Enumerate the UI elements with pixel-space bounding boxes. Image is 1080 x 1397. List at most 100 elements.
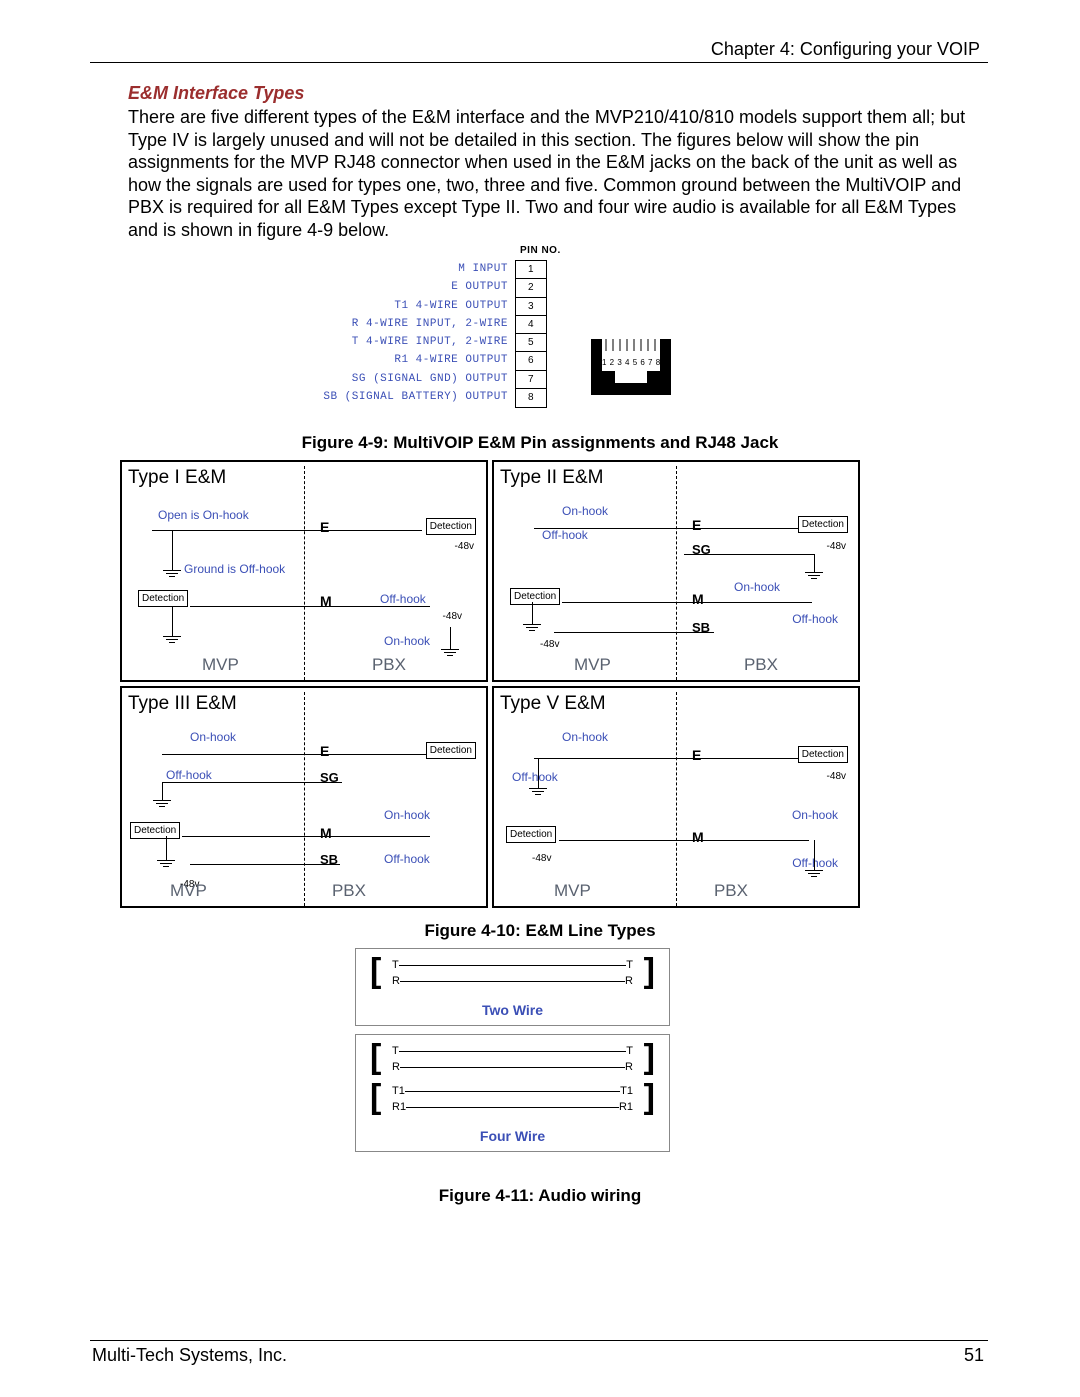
bracket-right-icon: ] — [644, 1042, 655, 1072]
minus-48v: -48v — [443, 610, 462, 623]
r-label: R — [625, 1060, 633, 1074]
divider-dashed — [304, 466, 305, 680]
sb-line — [554, 632, 714, 633]
t1-label: T1 — [620, 1084, 633, 1098]
pin-num: 5 — [516, 334, 546, 352]
figure-caption-4-9: Figure 4-9: MultiVOIP E&M Pin assignment… — [0, 432, 1080, 454]
e-label: E — [320, 742, 329, 760]
m-label: M — [320, 824, 332, 842]
detection-box: Detection — [426, 518, 476, 535]
e-label: E — [320, 518, 329, 536]
t-label: T — [626, 1044, 633, 1058]
detection-box: Detection — [130, 822, 180, 839]
section-heading: E&M Interface Types — [128, 82, 304, 105]
figure-4-9: PIN NO. M INPUT E OUTPUT T1 4-WIRE OUTPU… — [310, 244, 950, 419]
e-label: E — [692, 516, 701, 534]
pin-label: SB (SIGNAL BATTERY) OUTPUT — [323, 390, 508, 404]
pin-number-header: PIN NO. — [520, 244, 561, 257]
ground-icon — [153, 800, 171, 807]
on-hook: On-hook — [384, 634, 430, 650]
t-label: T — [626, 958, 633, 972]
footer-company: Multi-Tech Systems, Inc. — [92, 1344, 287, 1367]
detection-box: Detection — [798, 746, 848, 763]
vline — [450, 627, 451, 649]
vline — [162, 782, 163, 800]
m-label: M — [692, 828, 704, 846]
r-label: R — [625, 974, 633, 988]
m-line — [559, 840, 809, 841]
bracket-right-icon: ] — [644, 1082, 655, 1112]
detection-box: Detection — [510, 588, 560, 605]
header-rule — [90, 62, 988, 63]
pin-label: T1 4-WIRE OUTPUT — [394, 299, 508, 313]
two-wire-caption: Two Wire — [370, 999, 655, 1019]
on-hook: On-hook — [190, 730, 236, 746]
pin-labels: M INPUT E OUTPUT T1 4-WIRE OUTPUT R 4-WI… — [195, 260, 510, 406]
ground-icon — [805, 572, 823, 579]
bracket-left-icon: [ — [370, 1042, 381, 1072]
minus-48v: -48v — [532, 852, 551, 865]
t1-label: T1 — [392, 1084, 405, 1098]
pin-num: 8 — [516, 389, 546, 407]
pin-num: 3 — [516, 298, 546, 316]
pin-num: 2 — [516, 279, 546, 297]
m-label: M — [320, 592, 332, 610]
e-line — [534, 528, 804, 529]
rj48-jack-icon: 1 2 3 4 5 6 7 8 — [590, 318, 680, 398]
sb-line — [190, 864, 340, 865]
pin-num: 6 — [516, 352, 546, 370]
pbx-label: PBX — [744, 654, 778, 676]
ground-icon — [163, 636, 181, 643]
vline — [538, 758, 539, 788]
pin-num: 4 — [516, 316, 546, 334]
e-line — [534, 758, 804, 759]
on-hook: On-hook — [562, 730, 608, 746]
minus-48v: -48v — [827, 540, 846, 553]
detection-box: Detection — [798, 516, 848, 533]
off-hook: Off-hook — [384, 852, 430, 868]
bracket-left-icon: [ — [370, 956, 381, 986]
figure-4-11: [ ] T T R R Two Wire [ ] T T R R [ ] T1 — [355, 948, 670, 1160]
pbx-label: PBX — [714, 880, 748, 902]
sg-label: SG — [320, 770, 339, 787]
two-wire-box: [ ] T T R R Two Wire — [355, 948, 670, 1026]
panel-title: Type III E&M — [128, 692, 237, 717]
minus-48v: -48v — [455, 540, 474, 553]
pin-num: 7 — [516, 371, 546, 389]
panel-title: Type II E&M — [500, 466, 603, 491]
r-label: R — [392, 974, 400, 988]
vline — [814, 840, 815, 870]
pin-label: T 4-WIRE INPUT, 2-WIRE — [352, 335, 508, 349]
pbx-label: PBX — [332, 880, 366, 902]
vline — [172, 530, 173, 570]
ground-icon — [523, 624, 541, 631]
mvp-label: MVP — [574, 654, 611, 676]
detection-box: Detection — [506, 826, 556, 843]
r1-label: R1 — [619, 1100, 633, 1114]
tr-pair: [ ] T T R R — [370, 1045, 655, 1081]
e-label: E — [692, 746, 701, 764]
sb-label: SB — [692, 620, 710, 637]
type-5-panel: Type V E&M On-hook E Detection -48v Off-… — [492, 686, 860, 908]
type-2-panel: Type II E&M On-hook Off-hook E Detection… — [492, 460, 860, 682]
panel-title: Type I E&M — [128, 466, 226, 491]
m-line — [182, 836, 430, 837]
on-hook: On-hook — [734, 580, 780, 596]
footer-rule — [90, 1340, 988, 1341]
ground-icon — [441, 649, 459, 656]
sg-label: SG — [692, 542, 711, 559]
minus-48v: -48v — [540, 638, 559, 651]
bracket-left-icon: [ — [370, 1082, 381, 1112]
ground-icon — [163, 570, 181, 577]
pin-number-table: 1 2 3 4 5 6 7 8 — [515, 260, 547, 408]
figure-caption-4-10: Figure 4-10: E&M Line Types — [0, 920, 1080, 942]
open-on-hook-label: Open is On-hook — [158, 508, 249, 524]
page-number: 51 — [964, 1344, 984, 1367]
e-line — [162, 754, 432, 755]
pin-label: M INPUT — [458, 262, 508, 276]
ground-icon — [157, 860, 175, 867]
four-wire-box: [ ] T T R R [ ] T1 T1 R1 R1 Four Wire — [355, 1034, 670, 1152]
minus-48v: -48v — [827, 770, 846, 783]
e-line — [152, 530, 422, 531]
m-line — [562, 602, 812, 603]
